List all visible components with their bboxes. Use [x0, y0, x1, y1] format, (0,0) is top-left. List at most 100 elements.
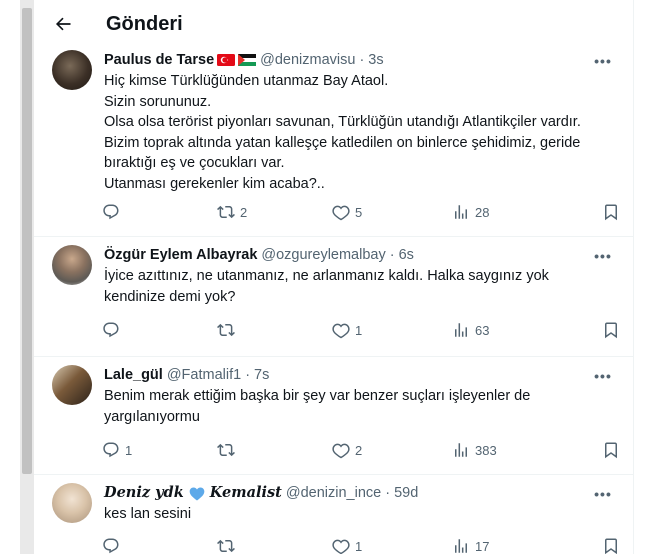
share-button[interactable]: [632, 537, 634, 554]
avatar[interactable]: [52, 483, 92, 523]
author-name[interactable]: Deniz ydk: [104, 484, 184, 502]
author-name[interactable]: Özgür Eylem Albayrak: [104, 246, 257, 264]
tweet-header: Deniz ydk Kemalist @denizin_ince · 59d: [104, 475, 617, 502]
author-name[interactable]: Paulus de Tarse: [104, 51, 214, 69]
separator-dot: ·: [359, 52, 365, 68]
tweet-line: bıraktığı eş ve çocukları var.: [104, 155, 285, 171]
reply-icon: [103, 204, 119, 220]
reply-icon: [103, 322, 119, 338]
views-button[interactable]: 383: [452, 441, 497, 459]
more-options-button[interactable]: •••: [591, 247, 615, 265]
share-icon: [632, 321, 634, 339]
tweet-line: yargılanıyormu: [104, 408, 200, 425]
page-title: Gönderi: [106, 12, 183, 35]
tweet-line: İyice azıttınız, ne utanmanız, ne arlanm…: [104, 268, 549, 284]
separator-dot: ·: [245, 367, 251, 383]
heart-icon: [332, 539, 350, 554]
views-button[interactable]: 63: [452, 321, 489, 339]
left-margin: [0, 0, 20, 554]
bookmark-icon: [605, 538, 617, 554]
bookmark-button[interactable]: [602, 441, 620, 459]
tweet[interactable]: ••• Lale_gül @Fatmalif1 · 7s Benim merak…: [34, 357, 633, 475]
like-count: 2: [355, 442, 363, 458]
tweet-header: Özgür Eylem Albayrak @ozgureylemalbay · …: [104, 237, 617, 264]
blue-heart-emoji-icon: [189, 487, 205, 500]
more-options-button[interactable]: •••: [591, 485, 615, 503]
more-horizontal-icon: •••: [594, 368, 612, 384]
timestamp[interactable]: 7s: [254, 366, 269, 384]
tweet-text: kes lan sesini: [104, 504, 617, 525]
tweet[interactable]: ••• Deniz ydk Kemalist @denizin_ince · 5…: [34, 475, 633, 554]
retweet-button[interactable]: [217, 441, 240, 459]
reply-icon: [103, 442, 119, 458]
like-button[interactable]: 2: [332, 441, 362, 459]
more-options-button[interactable]: •••: [591, 52, 615, 70]
tweet[interactable]: ••• Özgür Eylem Albayrak @ozgureylemalba…: [34, 237, 633, 357]
bookmark-button[interactable]: [602, 537, 620, 554]
more-options-button[interactable]: •••: [591, 367, 615, 385]
author-handle[interactable]: @denizin_ince: [286, 484, 381, 502]
scrollbar-thumb[interactable]: [22, 8, 32, 474]
retweet-button[interactable]: [217, 321, 240, 339]
share-icon: [632, 537, 634, 554]
tweet-header: Lale_gül @Fatmalif1 · 7s: [104, 357, 617, 384]
share-button[interactable]: [632, 441, 634, 459]
tweet-line: kendinize demi yok?: [104, 288, 236, 305]
share-button[interactable]: [632, 203, 634, 221]
author-name[interactable]: Lale_gül: [104, 366, 163, 384]
reply-button[interactable]: 1: [102, 441, 132, 459]
retweet-icon: [217, 443, 235, 457]
tweet-text: Benim merak ettiğim başka bir şey var be…: [104, 386, 617, 427]
retweet-button[interactable]: [217, 537, 240, 554]
views-icon: [455, 323, 467, 337]
arrow-left-icon: [55, 17, 71, 31]
like-count: 1: [355, 322, 363, 338]
author-handle[interactable]: @ozgureylemalbay: [261, 246, 385, 264]
timestamp[interactable]: 3s: [368, 51, 383, 69]
retweet-button[interactable]: 2: [217, 203, 247, 221]
avatar[interactable]: [52, 365, 92, 405]
tweet-line: Hiç kimse Türklüğünden utanmaz Bay Ataol…: [104, 73, 389, 89]
views-icon: [455, 205, 467, 219]
like-count: 5: [355, 204, 363, 220]
avatar[interactable]: [52, 245, 92, 285]
tweet-line: Utanması gerekenler kim acaba?..: [104, 175, 325, 192]
like-button[interactable]: 5: [332, 203, 362, 221]
view-count: 17: [475, 538, 490, 554]
timestamp[interactable]: 6s: [399, 246, 414, 264]
author-handle[interactable]: @denizmavisu: [260, 51, 355, 69]
views-button[interactable]: 17: [452, 537, 489, 554]
reply-button[interactable]: [102, 321, 125, 339]
tweet-actions: 2 5 28: [102, 203, 634, 223]
bookmark-button[interactable]: [602, 321, 620, 339]
retweet-icon: [217, 205, 235, 219]
reply-icon: [103, 538, 119, 554]
bookmark-button[interactable]: [602, 203, 620, 221]
avatar[interactable]: [52, 50, 92, 90]
author-name-suffix[interactable]: Kemalist: [210, 484, 282, 502]
share-icon: [632, 441, 634, 459]
back-button[interactable]: [48, 9, 78, 39]
bookmark-icon: [605, 322, 617, 339]
share-icon: [632, 203, 634, 221]
view-count: 63: [475, 322, 490, 338]
tweet-header: Paulus de Tarse @denizmavisu · 3s: [104, 48, 617, 69]
separator-dot: ·: [385, 485, 391, 501]
author-handle[interactable]: @Fatmalif1: [167, 366, 241, 384]
reply-count: 1: [125, 442, 133, 458]
timestamp[interactable]: 59d: [394, 484, 418, 502]
tweet[interactable]: ••• Paulus de Tarse @denizmavisu · 3s Hi…: [34, 48, 633, 237]
share-button[interactable]: [632, 321, 634, 339]
like-button[interactable]: 1: [332, 321, 362, 339]
views-button[interactable]: 28: [452, 203, 489, 221]
more-horizontal-icon: •••: [594, 248, 612, 264]
more-horizontal-icon: •••: [594, 486, 612, 502]
view-count: 28: [475, 204, 490, 220]
tweet-actions: 1 2 383: [102, 441, 634, 461]
like-button[interactable]: 1: [332, 537, 362, 554]
reply-button[interactable]: [102, 203, 125, 221]
retweet-icon: [217, 539, 235, 553]
separator-dot: ·: [389, 247, 395, 263]
reply-button[interactable]: [102, 537, 125, 554]
tweet-actions: 1 63: [102, 321, 634, 341]
